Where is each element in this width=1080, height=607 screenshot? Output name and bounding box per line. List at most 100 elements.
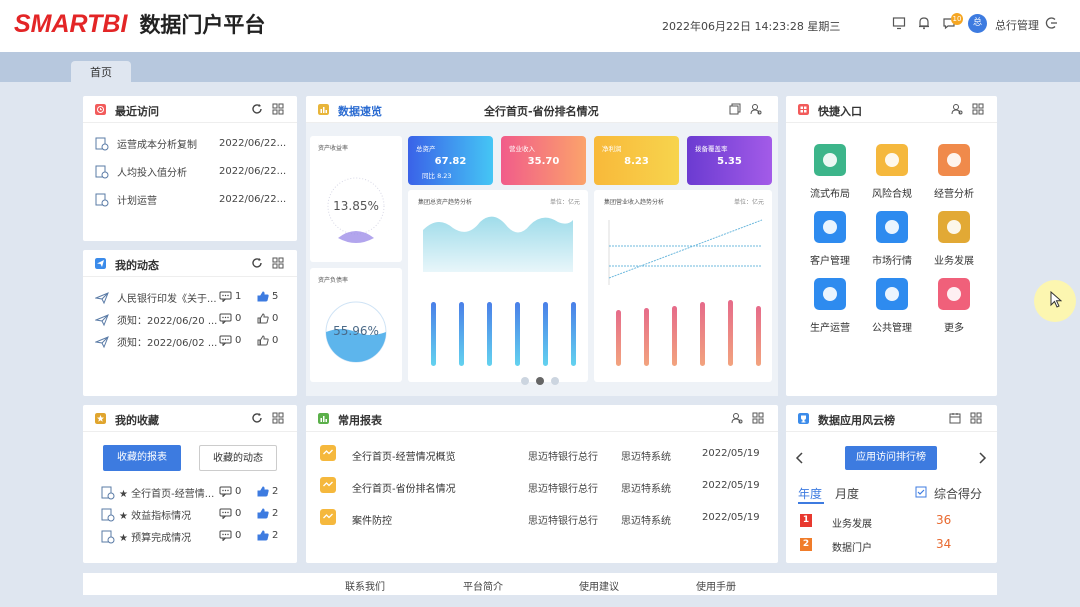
quick-item-label[interactable]: 客户管理 bbox=[800, 252, 860, 267]
like-count: 0 bbox=[257, 313, 278, 324]
thumb-up-icon[interactable] bbox=[257, 486, 269, 497]
carousel-dot[interactable] bbox=[551, 377, 559, 385]
card-title: 我的动态 bbox=[115, 259, 159, 272]
footer-link[interactable]: 使用建议 bbox=[579, 578, 619, 593]
app-visit-ranking-button[interactable]: 应用访问排行榜 bbox=[845, 446, 937, 470]
activity-item[interactable]: 须知：2022/06/20 ... bbox=[95, 312, 217, 327]
comment-count: 0 bbox=[219, 508, 241, 519]
comment-icon[interactable] bbox=[219, 530, 232, 541]
favorite-item[interactable]: ★ 全行首页-经营情... bbox=[101, 485, 214, 500]
grid-icon[interactable] bbox=[970, 412, 982, 424]
list-item[interactable]: 运营成本分析复制 bbox=[95, 136, 197, 151]
gauge-label: 资产收益率 bbox=[318, 145, 349, 152]
grid-icon[interactable] bbox=[272, 257, 284, 269]
send-icon bbox=[95, 335, 109, 348]
thumb-up-icon[interactable] bbox=[257, 530, 269, 541]
quick-item-label[interactable]: 生产运营 bbox=[800, 319, 860, 334]
quick-item-label[interactable]: 风险合规 bbox=[862, 185, 922, 200]
refresh-icon[interactable] bbox=[251, 103, 263, 115]
user-settings-icon[interactable] bbox=[731, 412, 743, 424]
quick-item-monitor-icon[interactable] bbox=[876, 211, 908, 243]
kpi-card[interactable]: 营业收入 35.70 bbox=[501, 136, 586, 185]
footer-link[interactable]: 使用手册 bbox=[696, 578, 736, 593]
form-icon bbox=[823, 153, 837, 167]
footer-link[interactable]: 联系我们 bbox=[345, 578, 385, 593]
bar bbox=[571, 302, 576, 366]
grid-icon[interactable] bbox=[972, 103, 984, 115]
avatar[interactable]: 总 bbox=[968, 14, 987, 33]
bell-icon bbox=[885, 287, 899, 301]
list-item[interactable]: 计划运营 bbox=[95, 192, 157, 207]
recent-visits-card: 最近访问 运营成本分析复制 2022/06/22... 人均投入值分析 2022… bbox=[83, 96, 297, 241]
chevron-right-icon[interactable] bbox=[977, 452, 987, 464]
comment-icon[interactable] bbox=[219, 486, 232, 497]
thumb-up-icon[interactable] bbox=[257, 291, 269, 302]
quick-item-user-icon[interactable] bbox=[814, 211, 846, 243]
rank-name[interactable]: 业务发展 bbox=[832, 515, 872, 530]
footer-link[interactable]: 平台简介 bbox=[463, 578, 503, 593]
bar bbox=[543, 302, 548, 366]
chart-unit: 单位：亿元 bbox=[733, 199, 764, 206]
logout-icon[interactable] bbox=[1045, 16, 1059, 30]
rank-name[interactable]: 数据门户 bbox=[832, 539, 872, 554]
quick-item-label[interactable]: 更多 bbox=[924, 319, 984, 334]
thumb-up-icon[interactable] bbox=[257, 508, 269, 519]
report-name[interactable]: 案件防控 bbox=[352, 512, 392, 527]
carousel-dot[interactable] bbox=[521, 377, 529, 385]
activity-item[interactable]: 人民银行印发《关于... bbox=[95, 290, 217, 305]
kpi-card[interactable]: 拨备覆盖率 5.35 bbox=[687, 136, 772, 185]
quick-item-chart-icon[interactable] bbox=[938, 211, 970, 243]
quick-item-label[interactable]: 经营分析 bbox=[924, 185, 984, 200]
quick-item-risk-icon[interactable] bbox=[876, 144, 908, 176]
tab-month[interactable]: 月度 bbox=[835, 485, 859, 502]
quick-item-database-icon[interactable] bbox=[938, 144, 970, 176]
activity-item[interactable]: 须知：2022/06/02 ... bbox=[95, 334, 217, 349]
comment-icon[interactable] bbox=[219, 335, 232, 346]
gear-icon bbox=[823, 287, 837, 301]
chevron-left-icon[interactable] bbox=[795, 452, 805, 464]
quick-item-label[interactable]: 市场行情 bbox=[862, 252, 922, 267]
list-item[interactable]: 人均投入值分析 bbox=[95, 164, 187, 179]
quick-item-label[interactable]: 公共管理 bbox=[862, 319, 922, 334]
grid-icon[interactable] bbox=[752, 412, 764, 424]
report-name[interactable]: 全行首页-经营情况概览 bbox=[352, 448, 456, 463]
bell-icon[interactable] bbox=[917, 16, 931, 30]
quick-item-bell-icon[interactable] bbox=[876, 278, 908, 310]
comment-icon[interactable] bbox=[219, 291, 232, 302]
favorite-item[interactable]: ★ 效益指标情况 bbox=[101, 507, 191, 522]
tab-home[interactable]: 首页 bbox=[71, 61, 131, 83]
kpi-card[interactable]: 净利润 8.23 bbox=[594, 136, 679, 185]
asset-trend-chart: 集团总资产趋势分析 单位：亿元 bbox=[408, 190, 588, 382]
quick-item-label[interactable]: 流式布局 bbox=[800, 185, 860, 200]
user-settings-icon[interactable] bbox=[951, 103, 963, 115]
kpi-card[interactable]: 总资产 67.82 同比 8.23 bbox=[408, 136, 493, 185]
report-name[interactable]: 全行首页-省份排名情况 bbox=[352, 480, 456, 495]
tab-year[interactable]: 年度 bbox=[798, 485, 822, 502]
user-name[interactable]: 总行管理 bbox=[995, 17, 1039, 33]
quick-item-label[interactable]: 业务发展 bbox=[924, 252, 984, 267]
refresh-icon[interactable] bbox=[251, 257, 263, 269]
quick-item-gear-icon[interactable] bbox=[814, 278, 846, 310]
comment-icon[interactable] bbox=[219, 313, 232, 324]
favorite-item[interactable]: ★ 预算完成情况 bbox=[101, 529, 191, 544]
tab-favorite-activity[interactable]: 收藏的动态 bbox=[199, 445, 277, 471]
carousel-dot-active[interactable] bbox=[536, 377, 544, 385]
ranking-card: 数据应用风云榜 应用访问排行榜 年度 月度 综合得分 1 业务发展 36 2 数据门户 3… bbox=[786, 405, 997, 563]
quick-item-form-icon[interactable] bbox=[814, 144, 846, 176]
tab-favorite-reports[interactable]: 收藏的报表 bbox=[103, 445, 181, 471]
thumb-up-icon[interactable] bbox=[257, 313, 269, 324]
quick-item-clover-icon[interactable] bbox=[938, 278, 970, 310]
grid-icon[interactable] bbox=[272, 103, 284, 115]
monitor-icon[interactable] bbox=[892, 16, 906, 30]
user-settings-icon[interactable] bbox=[750, 103, 762, 115]
calendar-icon[interactable] bbox=[949, 412, 961, 424]
logo[interactable]: SMARTBI 数据门户平台 bbox=[14, 9, 265, 39]
copy-icon[interactable] bbox=[729, 103, 741, 115]
kpi-value: 35.70 bbox=[527, 156, 560, 167]
comment-icon[interactable] bbox=[219, 508, 232, 519]
grid-icon[interactable] bbox=[272, 412, 284, 424]
kpi-sub: 同比 8.23 bbox=[422, 172, 452, 180]
thumb-up-icon[interactable] bbox=[257, 335, 269, 346]
refresh-icon[interactable] bbox=[251, 412, 263, 424]
trophy-icon bbox=[798, 413, 809, 424]
